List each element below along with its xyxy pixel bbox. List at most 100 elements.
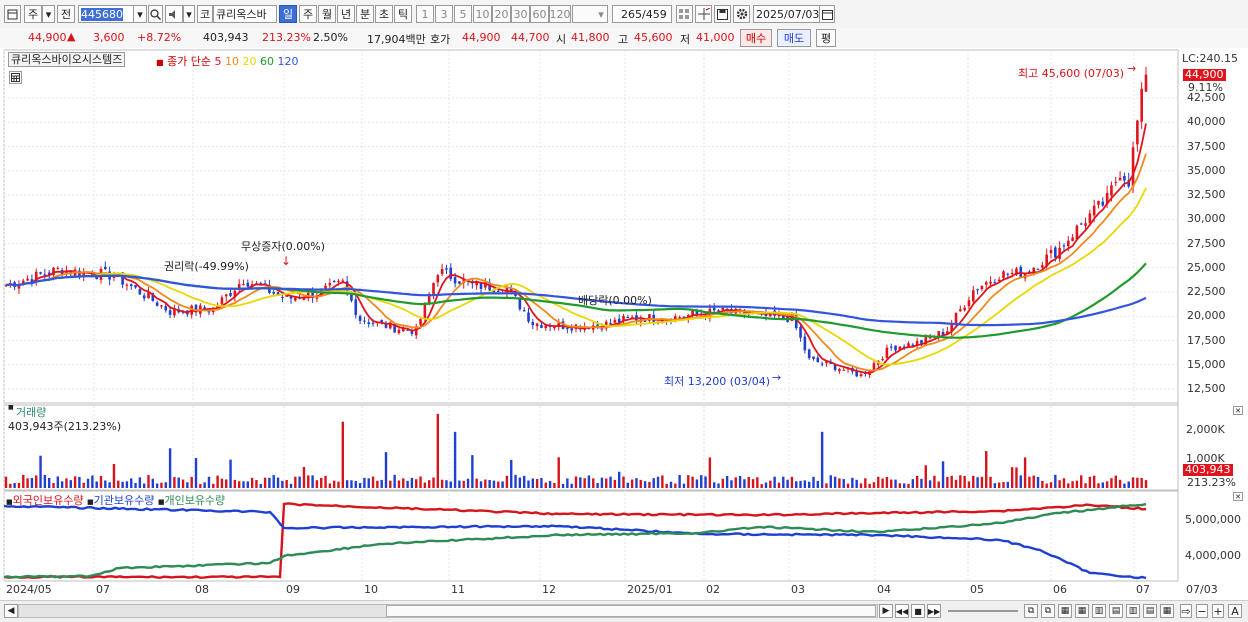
- stock-name-field[interactable]: 큐리옥스바: [213, 5, 277, 23]
- candle-body: [954, 312, 958, 325]
- market-dropdown-icon[interactable]: ▾: [42, 5, 55, 23]
- volume-bar: [574, 476, 578, 488]
- calendar-icon[interactable]: [819, 5, 835, 23]
- count-field[interactable]: 265/459: [612, 5, 672, 23]
- candle-body: [1140, 88, 1143, 122]
- volume-bar: [851, 477, 854, 488]
- volume-bar: [216, 475, 219, 488]
- volume-bar: [747, 477, 750, 488]
- interval-1[interactable]: 1: [416, 5, 434, 23]
- price-tick: 32,500: [1187, 188, 1226, 201]
- scroll-left-icon[interactable]: ◀: [4, 604, 18, 618]
- crosshair-icon[interactable]: [695, 5, 712, 23]
- layout-icon-3[interactable]: ▦: [1058, 604, 1072, 618]
- period-day-tab[interactable]: 일: [279, 5, 297, 23]
- layout-icon-2[interactable]: ⧉: [1041, 604, 1055, 618]
- holding-panel-close-icon[interactable]: ✕: [1233, 492, 1243, 501]
- candle-body: [1079, 223, 1083, 225]
- eval-button[interactable]: 평: [816, 29, 836, 47]
- rewind-icon[interactable]: ◀◀: [895, 604, 909, 618]
- scroll-right-icon[interactable]: ▶: [879, 604, 893, 618]
- interval-30[interactable]: 30: [511, 5, 530, 23]
- layout-icon-6[interactable]: ▤: [1109, 604, 1123, 618]
- gear-icon[interactable]: [733, 5, 750, 23]
- ko-button[interactable]: 코: [197, 5, 213, 23]
- zoom-slider[interactable]: [948, 610, 1018, 612]
- code-dropdown-icon[interactable]: ▾: [133, 5, 147, 23]
- candle-body: [967, 300, 971, 307]
- volume-bar: [43, 474, 47, 488]
- price-panel-title[interactable]: 큐리옥스바이오시스템즈: [8, 52, 126, 67]
- zoom-out-icon[interactable]: −: [1196, 604, 1208, 618]
- candle-body: [220, 297, 224, 305]
- search-icon[interactable]: [148, 5, 163, 23]
- volume-bar: [967, 481, 971, 488]
- stock-chart[interactable]: [0, 48, 1248, 621]
- volume-bar: [928, 480, 932, 488]
- interval-5[interactable]: 5: [454, 5, 472, 23]
- layout-icon-4[interactable]: ▦: [1075, 604, 1089, 618]
- volume-bar: [937, 481, 940, 488]
- candle-body: [1101, 201, 1105, 206]
- period-year-tab[interactable]: 년: [337, 5, 355, 23]
- volume-bar: [665, 483, 668, 488]
- candle-body: [1036, 268, 1040, 270]
- volume-bar: [393, 474, 396, 488]
- period-week-tab[interactable]: 주: [299, 5, 317, 23]
- zoom-in-icon[interactable]: +: [1212, 604, 1224, 618]
- calculator-icon[interactable]: [9, 71, 22, 84]
- period-tick-tab[interactable]: 틱: [394, 5, 412, 23]
- buy-button[interactable]: 매수: [740, 29, 772, 47]
- volume-bar: [410, 477, 414, 488]
- sell-button[interactable]: 매도: [777, 29, 811, 47]
- date-field[interactable]: 2025/07/03: [753, 5, 820, 23]
- price-tick: 35,000: [1187, 163, 1226, 177]
- period-second-tab[interactable]: 초: [375, 5, 393, 23]
- interval-120[interactable]: 120: [549, 5, 571, 23]
- speaker-dropdown-icon[interactable]: ▾: [183, 5, 195, 23]
- candle-body: [207, 311, 211, 313]
- custom-interval-select[interactable]: ▾: [572, 5, 608, 23]
- interval-3[interactable]: 3: [435, 5, 453, 23]
- interval-10[interactable]: 10: [473, 5, 492, 23]
- layout-icon-7[interactable]: ▥: [1126, 604, 1140, 618]
- layout-icon-5[interactable]: ▥: [1092, 604, 1106, 618]
- quote-bar: 44,900 ▲ 3,600 +8.72% 403,943 213.23% 2.…: [0, 28, 1248, 49]
- window-icon[interactable]: [4, 5, 21, 23]
- volume-bar: [1032, 475, 1035, 488]
- stock-code-input[interactable]: 445680: [78, 5, 134, 23]
- prev-button[interactable]: 전: [57, 5, 75, 23]
- stop-icon[interactable]: ■: [911, 604, 925, 618]
- volume-panel-close-icon[interactable]: ✕: [1233, 406, 1243, 415]
- layout-icon-1[interactable]: ⧉: [1024, 604, 1038, 618]
- volume-bar: [553, 482, 556, 488]
- auto-scale-icon[interactable]: A: [1228, 604, 1242, 618]
- volume-bar: [712, 482, 716, 488]
- market-select[interactable]: 주: [24, 5, 42, 23]
- volume-bar: [842, 479, 845, 488]
- layout-icon-8[interactable]: ▤: [1143, 604, 1157, 618]
- interval-60[interactable]: 60: [530, 5, 549, 23]
- volume-bar: [579, 477, 582, 488]
- horizontal-scrollbar[interactable]: [18, 604, 878, 618]
- scale-shrink-icon[interactable]: ⇨: [1180, 604, 1192, 618]
- period-month-tab[interactable]: 월: [318, 5, 336, 23]
- volume-bar: [168, 448, 172, 488]
- candle-body: [984, 282, 988, 285]
- volume-bar: [225, 479, 228, 488]
- candle-body: [1084, 223, 1087, 226]
- volume-bar: [52, 483, 55, 488]
- forward-icon[interactable]: ▶▶: [927, 604, 941, 618]
- period-minute-tab[interactable]: 분: [356, 5, 374, 23]
- volume-bar: [1028, 476, 1031, 488]
- price-change-pct: +8.72%: [137, 31, 182, 44]
- volume-bar: [194, 458, 198, 488]
- volume-bar: [246, 481, 250, 488]
- layout-icon-9[interactable]: ▦: [1160, 604, 1174, 618]
- save-icon[interactable]: [714, 5, 731, 23]
- interval-20[interactable]: 20: [492, 5, 511, 23]
- grid-icon[interactable]: [676, 5, 693, 23]
- volume-bar: [1049, 482, 1053, 488]
- speaker-icon[interactable]: [165, 5, 183, 23]
- scrollbar-thumb[interactable]: [386, 605, 876, 617]
